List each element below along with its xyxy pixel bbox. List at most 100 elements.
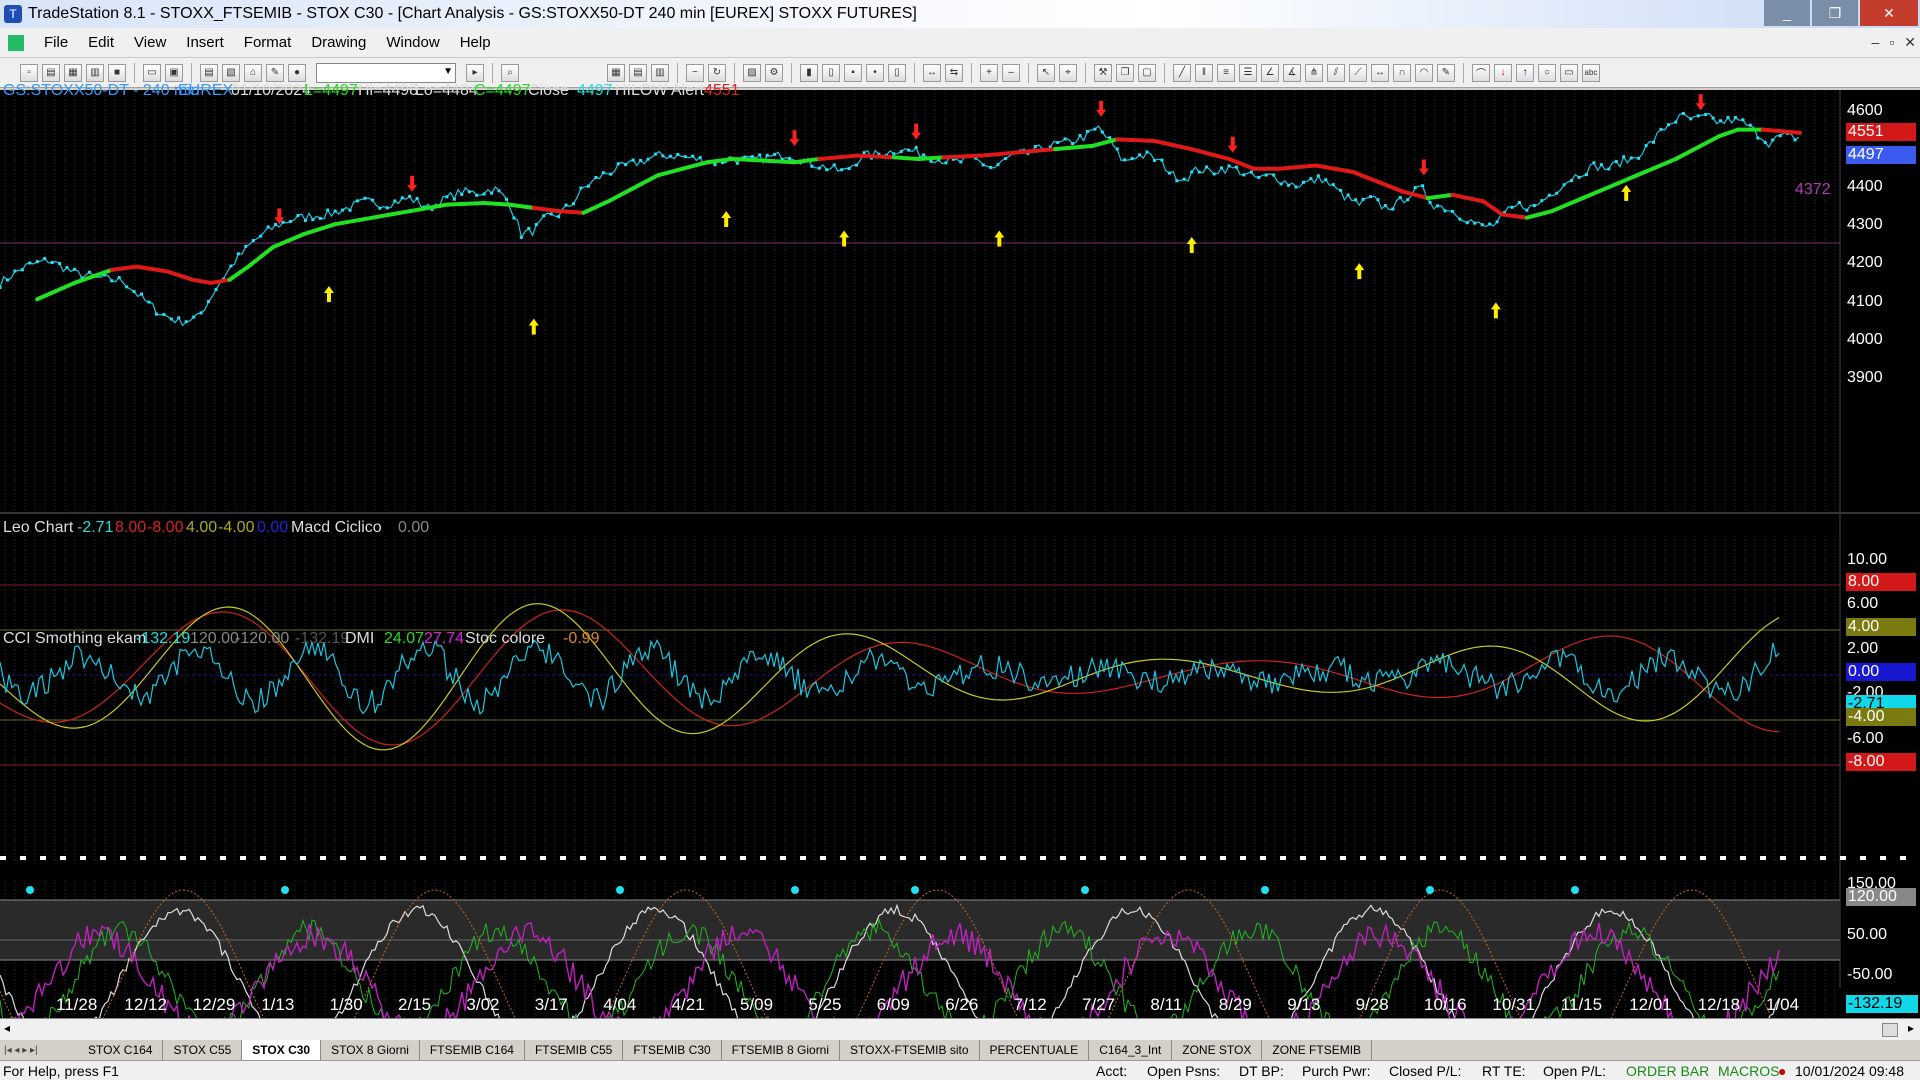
scroll-right-icon[interactable]: ▸ bbox=[1908, 1021, 1914, 1035]
arc-icon[interactable]: ◠ bbox=[1415, 63, 1433, 82]
price-bar bbox=[311, 218, 315, 222]
open-icon[interactable]: ▤ bbox=[42, 63, 60, 82]
menu-format[interactable]: Format bbox=[234, 34, 302, 51]
mdi-restore-button[interactable]: ▫ bbox=[1889, 34, 1894, 51]
menu-insert[interactable]: Insert bbox=[176, 34, 234, 51]
leo-axis-6: 6.00 bbox=[1847, 595, 1879, 612]
grid-icon[interactable]: ▦ bbox=[607, 63, 625, 82]
chart-line-icon[interactable]: ~ bbox=[686, 63, 704, 82]
remove-icon[interactable]: ▢ bbox=[1138, 63, 1156, 82]
tools-icon[interactable]: ✎ bbox=[266, 63, 284, 82]
menu-window[interactable]: Window bbox=[376, 34, 449, 51]
chart-area[interactable]: GS:STOXX50-DT - 240 min EUREX 01/10/2024… bbox=[0, 82, 1920, 1018]
arrow-line-icon[interactable]: ↔ bbox=[1371, 63, 1389, 82]
cycle-icon[interactable]: ∩ bbox=[1393, 63, 1411, 82]
menu-help[interactable]: Help bbox=[450, 34, 501, 51]
rectangle-icon[interactable]: ▭ bbox=[1560, 63, 1578, 82]
horizontal-lines-icon[interactable]: ≡ bbox=[1217, 63, 1235, 82]
tab-ftsemib-c55[interactable]: FTSEMIB C55 bbox=[525, 1040, 624, 1060]
tradestation-app-icon[interactable]: T bbox=[4, 5, 22, 23]
expand-icon[interactable]: ↔ bbox=[923, 63, 941, 82]
cascade-icon[interactable]: ▧ bbox=[222, 63, 240, 82]
tab-stox-c164[interactable]: STOX C164 bbox=[78, 1040, 164, 1060]
chart-canvas[interactable] bbox=[0, 90, 1920, 1018]
vertical-lines-icon[interactable]: ‖ bbox=[1195, 63, 1213, 82]
channel-icon[interactable]: ⫽ bbox=[1327, 63, 1345, 82]
price-bar bbox=[1063, 137, 1067, 141]
tab-zone-stox[interactable]: ZONE STOX bbox=[1172, 1040, 1263, 1060]
open-workspace-icon[interactable]: ▥ bbox=[86, 63, 104, 82]
new-icon[interactable]: ▫ bbox=[20, 63, 38, 82]
speed-lines-icon[interactable]: ∠ bbox=[1261, 63, 1279, 82]
status-order-bar[interactable]: ORDER BAR bbox=[1626, 1063, 1709, 1079]
candle-icon[interactable]: ▯ bbox=[822, 63, 840, 82]
price-bar bbox=[1652, 140, 1656, 144]
menu-edit[interactable]: Edit bbox=[78, 34, 124, 51]
cci-top-dot bbox=[281, 886, 289, 894]
hilow-segment bbox=[941, 153, 983, 160]
price-bar bbox=[1555, 191, 1559, 195]
print-icon[interactable]: ▭ bbox=[143, 63, 161, 82]
pen-icon[interactable]: ✎ bbox=[1437, 63, 1455, 82]
tab-stox-c30[interactable]: STOX C30 bbox=[242, 1040, 322, 1060]
menu-view[interactable]: View bbox=[124, 34, 176, 51]
play-icon[interactable]: ▸ bbox=[466, 63, 484, 82]
zoom-out-icon[interactable]: – bbox=[1002, 63, 1020, 82]
menu-file[interactable]: File bbox=[34, 34, 78, 51]
tab-stox-c55[interactable]: STOX C55 bbox=[163, 1040, 243, 1060]
scan-icon[interactable]: ⌕ bbox=[501, 63, 519, 82]
fib-icon[interactable]: ☰ bbox=[1239, 63, 1257, 82]
tab-c164-3-int[interactable]: C164_3_Int bbox=[1089, 1040, 1173, 1060]
text-icon[interactable]: abc bbox=[1582, 63, 1600, 82]
hammer-icon[interactable]: ⚒ bbox=[1094, 63, 1112, 82]
insert-window-icon[interactable]: ▤ bbox=[200, 63, 218, 82]
compress-icon[interactable]: ⇆ bbox=[945, 63, 963, 82]
regression-icon[interactable]: ⟋ bbox=[1349, 63, 1367, 82]
pointer-icon[interactable]: ↖ bbox=[1037, 63, 1055, 82]
volume-icon[interactable]: ▯ bbox=[888, 63, 906, 82]
dot-icon[interactable]: • bbox=[866, 63, 884, 82]
ellipse-icon[interactable]: ○ bbox=[1538, 63, 1556, 82]
tab-percentuale[interactable]: PERCENTUALE bbox=[980, 1040, 1090, 1060]
arrow-down-icon[interactable]: ↓ bbox=[1494, 63, 1512, 82]
table-icon[interactable]: ▥ bbox=[651, 63, 669, 82]
mdi-close-button[interactable]: ✕ bbox=[1904, 34, 1916, 51]
save-icon[interactable]: ■ bbox=[108, 63, 126, 82]
lock-icon[interactable]: ⌂ bbox=[244, 63, 262, 82]
format-icon[interactable]: ▨ bbox=[743, 63, 761, 82]
scroll-thumb[interactable] bbox=[1882, 1023, 1898, 1037]
tab-stox-8-giorni[interactable]: STOX 8 Giorni bbox=[321, 1040, 420, 1060]
andrews-icon[interactable]: ⋔ bbox=[1305, 63, 1323, 82]
gann-icon[interactable]: ∡ bbox=[1283, 63, 1301, 82]
copy-icon[interactable]: ❐ bbox=[1116, 63, 1134, 82]
layout-icon[interactable]: ▤ bbox=[629, 63, 647, 82]
tab-ftsemib-8-giorni[interactable]: FTSEMIB 8 Giorni bbox=[722, 1040, 841, 1060]
curve-icon[interactable]: ⌒ bbox=[1472, 63, 1490, 82]
print-preview-icon[interactable]: ▣ bbox=[165, 63, 183, 82]
tab-nav-arrows[interactable]: |◂ ◂ ▸ ▸| bbox=[0, 1045, 78, 1056]
minimize-button[interactable]: _ bbox=[1764, 0, 1810, 26]
mdi-minimize-button[interactable]: – bbox=[1872, 34, 1880, 51]
indicator-icon[interactable]: ⚙ bbox=[765, 63, 783, 82]
symbol-combo[interactable] bbox=[316, 62, 456, 83]
new-workspace-icon[interactable]: ▦ bbox=[64, 63, 82, 82]
restore-button[interactable]: ❐ bbox=[1812, 0, 1858, 26]
refresh-icon[interactable]: ↻ bbox=[708, 63, 726, 82]
tab-stoxx-ftsemib-sito[interactable]: STOXX-FTSEMIB sito bbox=[840, 1040, 980, 1060]
arrow-up-icon[interactable]: ↑ bbox=[1516, 63, 1534, 82]
zoom-in-icon[interactable]: + bbox=[980, 63, 998, 82]
bar-chart-icon[interactable]: ▮ bbox=[800, 63, 818, 82]
tab-ftsemib-c30[interactable]: FTSEMIB C30 bbox=[623, 1040, 722, 1060]
scroll-left-icon[interactable]: ◂ bbox=[4, 1021, 10, 1035]
tab-ftsemib-c164[interactable]: FTSEMIB C164 bbox=[420, 1040, 525, 1060]
tab-zone-ftsemib[interactable]: ZONE FTSEMIB bbox=[1262, 1040, 1373, 1060]
document-icon[interactable] bbox=[8, 34, 24, 51]
histogram-icon[interactable]: ▪ bbox=[844, 63, 862, 82]
close-button[interactable]: ✕ bbox=[1860, 0, 1918, 26]
globe-icon[interactable]: ● bbox=[288, 63, 306, 82]
status-macros[interactable]: MACROS bbox=[1718, 1063, 1779, 1079]
horizontal-scrollbar[interactable]: ◂ ▸ bbox=[0, 1018, 1920, 1040]
trendline-icon[interactable]: ╱ bbox=[1173, 63, 1191, 82]
menu-drawing[interactable]: Drawing bbox=[301, 34, 376, 51]
data-tip-icon[interactable]: ⌖ bbox=[1059, 63, 1077, 82]
